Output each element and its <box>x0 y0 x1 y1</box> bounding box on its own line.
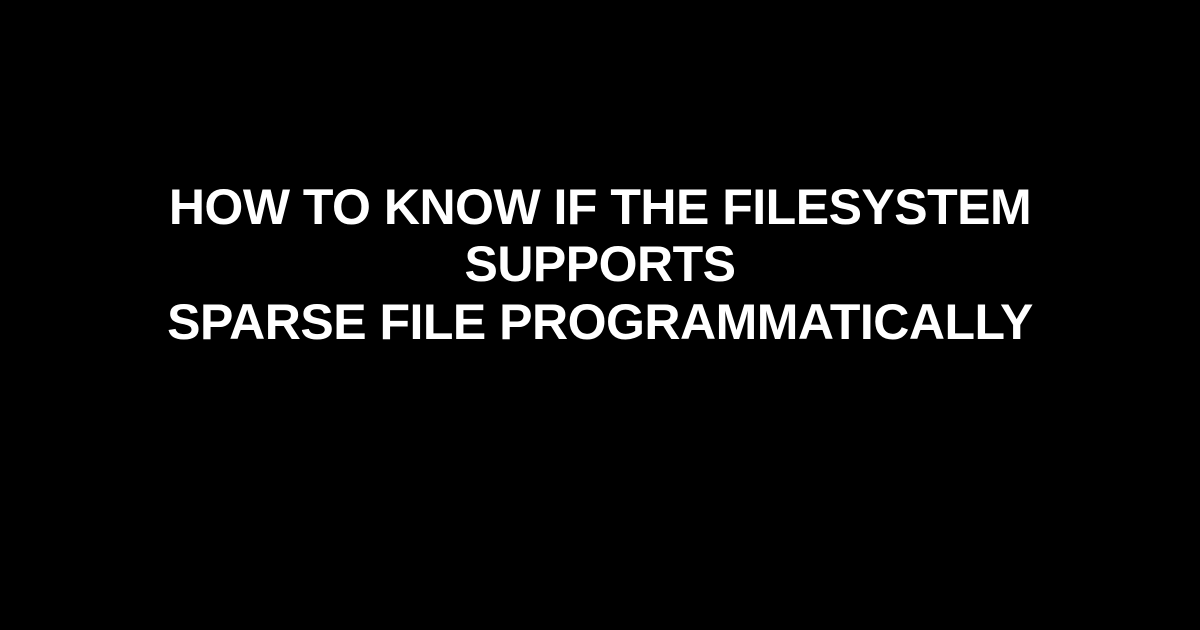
document-title: How to know if the filesystem supports s… <box>40 179 1160 352</box>
title-line-1: How to know if the filesystem supports <box>169 179 1031 293</box>
title-line-2: sparse file programmatically <box>167 294 1033 350</box>
title-container: How to know if the filesystem supports s… <box>0 179 1200 352</box>
